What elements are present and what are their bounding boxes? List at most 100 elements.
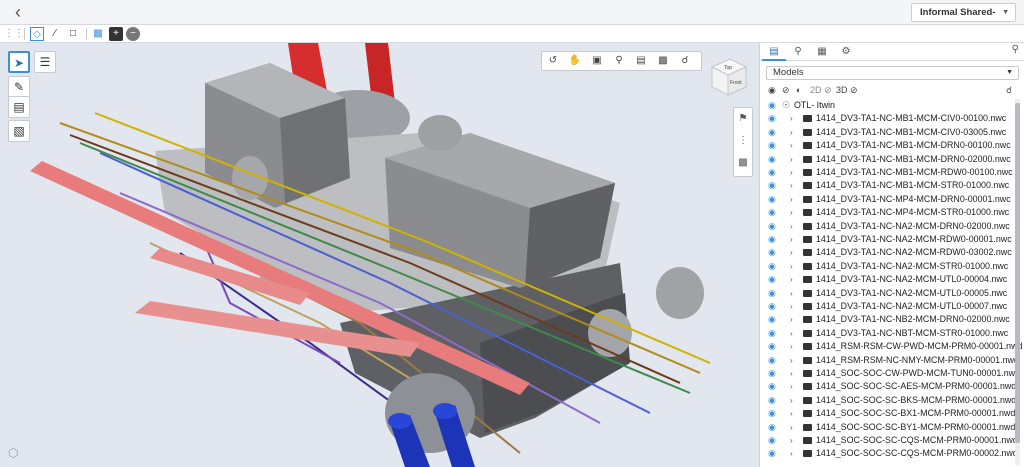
walk-button[interactable]: ⚑ — [736, 112, 750, 126]
grip-icon[interactable]: ⋮⋮ — [4, 27, 24, 41]
eye-icon[interactable]: ◉ — [768, 380, 780, 393]
show-all-icon[interactable]: ◉ — [768, 83, 776, 97]
tree-item[interactable]: ◉ › 1414_DV3-TA1-NC-MP4-MCM-STR0-01000.nwc — [760, 206, 1022, 219]
tree-item[interactable]: ◉ › 1414_DV3-TA1-NC-MB1-MCM-CIV0-03005.nwc — [760, 126, 1022, 139]
back-button[interactable]: ‹ — [8, 2, 28, 22]
add-button[interactable]: + — [109, 27, 123, 41]
chevron-right-icon[interactable]: › — [790, 220, 798, 233]
scroll-thumb[interactable] — [1015, 103, 1020, 443]
chevron-right-icon[interactable]: › — [790, 300, 798, 313]
tree-item[interactable]: ◉ › 1414_SOC-SOC-SC-CQS-MCM-PRM0-00002.nwd — [760, 447, 1022, 460]
eye-icon[interactable]: ◉ — [768, 126, 780, 139]
tab-model-tree[interactable]: ▤ — [762, 43, 786, 61]
tree-item[interactable]: ◉ › 1414_SOC-SOC-SC-CQS-MCM-PRM0-00001.nwd — [760, 434, 1022, 447]
chevron-right-icon[interactable]: › — [790, 394, 798, 407]
eye-icon[interactable]: ◉ — [768, 340, 780, 353]
chevron-right-icon[interactable]: › — [790, 287, 798, 300]
measure-tool-button[interactable]: ✎ — [8, 76, 30, 98]
tree-root[interactable]: ◉ ☉ OTL- Itwin — [760, 99, 1022, 112]
eye-icon[interactable]: ◉ — [768, 421, 780, 434]
chevron-right-icon[interactable]: › — [790, 354, 798, 367]
tree-item[interactable]: ◉ › 1414_DV3-TA1-NC-NA2-MCM-STR0-01000.nwc — [760, 260, 1022, 273]
chevron-right-icon[interactable]: › — [790, 246, 798, 259]
tree-item[interactable]: ◉ › 1414_DV3-TA1-NC-NA2-MCM-DRN0-02000.nwc — [760, 220, 1022, 233]
tree-item[interactable]: ◉ › 1414_SOC-SOC-SC-AES-MCM-PRM0-00001.nwd — [760, 380, 1022, 393]
chevron-right-icon[interactable]: › — [790, 407, 798, 420]
eye-icon[interactable]: ◉ — [768, 407, 780, 420]
chevron-right-icon[interactable]: › — [790, 153, 798, 166]
eye-icon[interactable]: ◉ — [768, 99, 780, 112]
shadow-button[interactable]: ▩ — [736, 156, 750, 170]
tree-item[interactable]: ◉ › 1414_SOC-SOC-SC-BY1-MCM-PRM0-00001.nwd — [760, 421, 1022, 434]
tree-item[interactable]: ◉ › 1414_DV3-TA1-NC-MB1-MCM-RDW0-00100.nwc — [760, 166, 1022, 179]
eye-icon[interactable]: ◉ — [768, 206, 780, 219]
chevron-right-icon[interactable]: › — [790, 206, 798, 219]
select-tool-button[interactable]: ➤ — [8, 51, 30, 73]
chevron-right-icon[interactable]: › — [790, 367, 798, 380]
invert-icon[interactable]: ◐ — [796, 83, 801, 97]
eye-icon[interactable]: ◉ — [768, 139, 780, 152]
pin-icon[interactable]: ⚲ — [1012, 44, 1019, 55]
tree-item[interactable]: ◉ › 1414_DV3-TA1-NC-MP4-MCM-DRN0-00001.nwc — [760, 193, 1022, 206]
chevron-right-icon[interactable]: › — [790, 421, 798, 434]
chevron-right-icon[interactable]: › — [790, 166, 798, 179]
tree-item[interactable]: ◉ › 1414_RSM-RSM-CW-PWD-MCM-PRM0-00001.nwd — [760, 340, 1022, 353]
eye-icon[interactable]: ◉ — [768, 327, 780, 340]
section-tool-button[interactable]: ▤ — [8, 96, 30, 118]
chevron-right-icon[interactable]: › — [790, 179, 798, 192]
zoom-button[interactable]: ☌ — [678, 54, 692, 68]
menu-button[interactable]: ☰ — [34, 51, 56, 73]
tree-item[interactable]: ◉ › 1414_DV3-TA1-NC-NA2-MCM-UTL0-00007.nwc — [760, 300, 1022, 313]
tree-item[interactable]: ◉ › 1414_SOC-SOC-SC-BKS-MCM-PRM0-00001.nwd — [760, 394, 1022, 407]
eye-icon[interactable]: ◉ — [768, 246, 780, 259]
tab-properties[interactable]: ▦ — [810, 43, 834, 61]
eye-icon[interactable]: ◉ — [768, 394, 780, 407]
eye-icon[interactable]: ◉ — [768, 260, 780, 273]
zoom-window-button[interactable]: ⚲ — [612, 54, 626, 68]
eye-icon[interactable]: ◉ — [768, 273, 780, 286]
eye-icon[interactable]: ◉ — [768, 313, 780, 326]
tree-item[interactable]: ◉ › 1414_DV3-TA1-NC-NA2-MCM-RDW0-03002.nwc — [760, 246, 1022, 259]
context-selector[interactable]: Informal Shared- OTL ▼ — [911, 3, 1016, 35]
eye-icon[interactable]: ◉ — [768, 153, 780, 166]
chevron-right-icon[interactable]: › — [790, 139, 798, 152]
3d-viewport[interactable]: ➤ ☰ ✎ ▤ ▧ ↺ ✋ ▣ ⚲ ▤ ▩ ☌ Top Front ⚑ ⋮ ▩ … — [0, 43, 758, 467]
eye-icon[interactable]: ◉ — [768, 434, 780, 447]
eye-icon[interactable]: ◉ — [768, 193, 780, 206]
toggle-2d-button[interactable]: 2D ⊘ — [810, 83, 832, 97]
navigation-cube[interactable]: Top Front — [708, 55, 750, 97]
chevron-right-icon[interactable]: › — [790, 233, 798, 246]
tree-scrollbar[interactable] — [1015, 99, 1020, 465]
eye-icon[interactable]: ◉ — [768, 354, 780, 367]
clip-tool-button[interactable]: ▧ — [8, 120, 30, 142]
eye-icon[interactable]: ◉ — [768, 179, 780, 192]
eye-icon[interactable]: ◉ — [768, 367, 780, 380]
eye-icon[interactable]: ◉ — [768, 166, 780, 179]
chevron-right-icon[interactable]: › — [790, 273, 798, 286]
chevron-right-icon[interactable]: › — [790, 313, 798, 326]
tab-hierarchy[interactable]: ⚙ — [834, 43, 858, 61]
models-dropdown[interactable]: Models ▼ — [766, 66, 1019, 80]
hide-all-icon[interactable]: ⊘ — [782, 83, 790, 97]
pan-button[interactable]: ✋ — [568, 54, 582, 68]
tree-item[interactable]: ◉ › 1414_DV3-TA1-NC-NBT-MCM-STR0-01000.nwc — [760, 327, 1022, 340]
eye-icon[interactable]: ◉ — [768, 447, 780, 460]
search-icon[interactable]: ☌ — [1006, 83, 1012, 97]
chevron-right-icon[interactable]: › — [790, 447, 798, 460]
tree-item[interactable]: ◉ › 1414_DV3-TA1-NC-NB2-MCM-DRN0-02000.nwc — [760, 313, 1022, 326]
eye-icon[interactable]: ◉ — [768, 287, 780, 300]
eye-icon[interactable]: ◉ — [768, 112, 780, 125]
eye-icon[interactable]: ◉ — [768, 220, 780, 233]
eye-icon[interactable]: ◉ — [768, 233, 780, 246]
tab-search[interactable]: ⚲ — [786, 43, 810, 61]
remove-button[interactable]: − — [126, 27, 140, 41]
toggle-3d-button[interactable]: 3D ⊘ — [836, 83, 858, 97]
fit-view-button[interactable]: ▣ — [590, 54, 604, 68]
window-area-button[interactable]: ▤ — [634, 54, 648, 68]
tree-item[interactable]: ◉ › 1414_DV3-TA1-NC-MB1-MCM-DRN0-00100.nwc — [760, 139, 1022, 152]
select-box-button[interactable]: ▩ — [91, 27, 105, 41]
tree-item[interactable]: ◉ › 1414_DV3-TA1-NC-MB1-MCM-DRN0-02000.nwc — [760, 153, 1022, 166]
tree-item[interactable]: ◉ › 1414_SOC-SOC-SC-BX1-MCM-PRM0-00001.nwd — [760, 407, 1022, 420]
tree-item[interactable]: ◉ › 1414_RSM-RSM-NC-NMY-MCM-PRM0-00001.nwd — [760, 354, 1022, 367]
chevron-right-icon[interactable]: › — [790, 327, 798, 340]
